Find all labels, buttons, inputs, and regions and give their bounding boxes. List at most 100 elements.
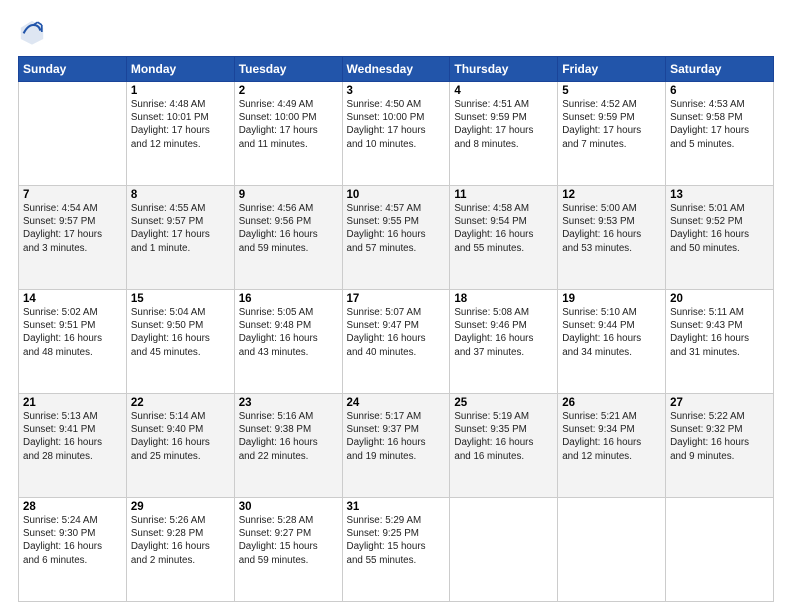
calendar-cell: 26Sunrise: 5:21 AM Sunset: 9:34 PM Dayli… <box>558 394 666 498</box>
day-info: Sunrise: 5:11 AM Sunset: 9:43 PM Dayligh… <box>670 306 769 359</box>
day-info: Sunrise: 4:50 AM Sunset: 10:00 PM Daylig… <box>347 98 446 151</box>
day-number: 5 <box>562 85 661 97</box>
calendar-cell: 12Sunrise: 5:00 AM Sunset: 9:53 PM Dayli… <box>558 186 666 290</box>
day-number: 17 <box>347 293 446 305</box>
day-info: Sunrise: 5:04 AM Sunset: 9:50 PM Dayligh… <box>131 306 230 359</box>
day-info: Sunrise: 4:54 AM Sunset: 9:57 PM Dayligh… <box>23 202 122 255</box>
weekday-header-thursday: Thursday <box>450 57 558 82</box>
day-number: 16 <box>239 293 338 305</box>
day-number: 7 <box>23 189 122 201</box>
day-number: 18 <box>454 293 553 305</box>
day-number: 19 <box>562 293 661 305</box>
day-number: 14 <box>23 293 122 305</box>
calendar-cell: 2Sunrise: 4:49 AM Sunset: 10:00 PM Dayli… <box>234 82 342 186</box>
day-info: Sunrise: 4:51 AM Sunset: 9:59 PM Dayligh… <box>454 98 553 151</box>
day-info: Sunrise: 5:00 AM Sunset: 9:53 PM Dayligh… <box>562 202 661 255</box>
day-info: Sunrise: 5:05 AM Sunset: 9:48 PM Dayligh… <box>239 306 338 359</box>
calendar-week-4: 21Sunrise: 5:13 AM Sunset: 9:41 PM Dayli… <box>19 394 774 498</box>
calendar-table: SundayMondayTuesdayWednesdayThursdayFrid… <box>18 56 774 602</box>
day-number: 26 <box>562 397 661 409</box>
page: SundayMondayTuesdayWednesdayThursdayFrid… <box>0 0 792 612</box>
day-info: Sunrise: 5:14 AM Sunset: 9:40 PM Dayligh… <box>131 410 230 463</box>
day-number: 4 <box>454 85 553 97</box>
day-info: Sunrise: 4:53 AM Sunset: 9:58 PM Dayligh… <box>670 98 769 151</box>
day-info: Sunrise: 5:01 AM Sunset: 9:52 PM Dayligh… <box>670 202 769 255</box>
calendar-cell: 23Sunrise: 5:16 AM Sunset: 9:38 PM Dayli… <box>234 394 342 498</box>
logo <box>18 18 50 46</box>
calendar-cell: 5Sunrise: 4:52 AM Sunset: 9:59 PM Daylig… <box>558 82 666 186</box>
calendar-cell: 18Sunrise: 5:08 AM Sunset: 9:46 PM Dayli… <box>450 290 558 394</box>
calendar-cell <box>558 498 666 602</box>
day-number: 29 <box>131 501 230 513</box>
day-info: Sunrise: 4:48 AM Sunset: 10:01 PM Daylig… <box>131 98 230 151</box>
day-number: 20 <box>670 293 769 305</box>
header <box>18 18 774 46</box>
day-number: 27 <box>670 397 769 409</box>
day-info: Sunrise: 5:02 AM Sunset: 9:51 PM Dayligh… <box>23 306 122 359</box>
day-info: Sunrise: 5:26 AM Sunset: 9:28 PM Dayligh… <box>131 514 230 567</box>
day-info: Sunrise: 5:22 AM Sunset: 9:32 PM Dayligh… <box>670 410 769 463</box>
day-number: 8 <box>131 189 230 201</box>
calendar-cell: 13Sunrise: 5:01 AM Sunset: 9:52 PM Dayli… <box>666 186 774 290</box>
day-number: 1 <box>131 85 230 97</box>
calendar-cell: 17Sunrise: 5:07 AM Sunset: 9:47 PM Dayli… <box>342 290 450 394</box>
calendar-cell: 20Sunrise: 5:11 AM Sunset: 9:43 PM Dayli… <box>666 290 774 394</box>
calendar-cell: 27Sunrise: 5:22 AM Sunset: 9:32 PM Dayli… <box>666 394 774 498</box>
day-info: Sunrise: 5:21 AM Sunset: 9:34 PM Dayligh… <box>562 410 661 463</box>
logo-icon <box>18 18 46 46</box>
calendar-week-1: 1Sunrise: 4:48 AM Sunset: 10:01 PM Dayli… <box>19 82 774 186</box>
calendar-cell: 25Sunrise: 5:19 AM Sunset: 9:35 PM Dayli… <box>450 394 558 498</box>
calendar-cell <box>450 498 558 602</box>
day-number: 6 <box>670 85 769 97</box>
day-number: 10 <box>347 189 446 201</box>
day-number: 30 <box>239 501 338 513</box>
calendar-cell: 11Sunrise: 4:58 AM Sunset: 9:54 PM Dayli… <box>450 186 558 290</box>
weekday-header-tuesday: Tuesday <box>234 57 342 82</box>
day-info: Sunrise: 5:16 AM Sunset: 9:38 PM Dayligh… <box>239 410 338 463</box>
weekday-header-wednesday: Wednesday <box>342 57 450 82</box>
day-info: Sunrise: 4:55 AM Sunset: 9:57 PM Dayligh… <box>131 202 230 255</box>
day-info: Sunrise: 5:13 AM Sunset: 9:41 PM Dayligh… <box>23 410 122 463</box>
calendar-header-row: SundayMondayTuesdayWednesdayThursdayFrid… <box>19 57 774 82</box>
calendar-cell: 4Sunrise: 4:51 AM Sunset: 9:59 PM Daylig… <box>450 82 558 186</box>
calendar-cell: 14Sunrise: 5:02 AM Sunset: 9:51 PM Dayli… <box>19 290 127 394</box>
calendar-week-2: 7Sunrise: 4:54 AM Sunset: 9:57 PM Daylig… <box>19 186 774 290</box>
day-info: Sunrise: 4:58 AM Sunset: 9:54 PM Dayligh… <box>454 202 553 255</box>
weekday-header-saturday: Saturday <box>666 57 774 82</box>
day-info: Sunrise: 5:24 AM Sunset: 9:30 PM Dayligh… <box>23 514 122 567</box>
day-info: Sunrise: 4:49 AM Sunset: 10:00 PM Daylig… <box>239 98 338 151</box>
day-info: Sunrise: 5:28 AM Sunset: 9:27 PM Dayligh… <box>239 514 338 567</box>
calendar-cell: 10Sunrise: 4:57 AM Sunset: 9:55 PM Dayli… <box>342 186 450 290</box>
calendar-cell: 31Sunrise: 5:29 AM Sunset: 9:25 PM Dayli… <box>342 498 450 602</box>
day-number: 3 <box>347 85 446 97</box>
calendar-cell: 3Sunrise: 4:50 AM Sunset: 10:00 PM Dayli… <box>342 82 450 186</box>
day-number: 31 <box>347 501 446 513</box>
calendar-week-3: 14Sunrise: 5:02 AM Sunset: 9:51 PM Dayli… <box>19 290 774 394</box>
day-info: Sunrise: 4:57 AM Sunset: 9:55 PM Dayligh… <box>347 202 446 255</box>
day-info: Sunrise: 5:10 AM Sunset: 9:44 PM Dayligh… <box>562 306 661 359</box>
day-number: 11 <box>454 189 553 201</box>
calendar-week-5: 28Sunrise: 5:24 AM Sunset: 9:30 PM Dayli… <box>19 498 774 602</box>
calendar-cell: 16Sunrise: 5:05 AM Sunset: 9:48 PM Dayli… <box>234 290 342 394</box>
day-info: Sunrise: 4:52 AM Sunset: 9:59 PM Dayligh… <box>562 98 661 151</box>
day-number: 15 <box>131 293 230 305</box>
calendar-cell <box>19 82 127 186</box>
day-number: 21 <box>23 397 122 409</box>
calendar-cell: 21Sunrise: 5:13 AM Sunset: 9:41 PM Dayli… <box>19 394 127 498</box>
calendar-cell <box>666 498 774 602</box>
day-number: 25 <box>454 397 553 409</box>
day-number: 2 <box>239 85 338 97</box>
calendar-cell: 22Sunrise: 5:14 AM Sunset: 9:40 PM Dayli… <box>126 394 234 498</box>
day-info: Sunrise: 5:08 AM Sunset: 9:46 PM Dayligh… <box>454 306 553 359</box>
calendar-cell: 9Sunrise: 4:56 AM Sunset: 9:56 PM Daylig… <box>234 186 342 290</box>
weekday-header-sunday: Sunday <box>19 57 127 82</box>
day-info: Sunrise: 5:17 AM Sunset: 9:37 PM Dayligh… <box>347 410 446 463</box>
day-number: 22 <box>131 397 230 409</box>
day-info: Sunrise: 5:19 AM Sunset: 9:35 PM Dayligh… <box>454 410 553 463</box>
calendar-cell: 28Sunrise: 5:24 AM Sunset: 9:30 PM Dayli… <box>19 498 127 602</box>
day-info: Sunrise: 5:07 AM Sunset: 9:47 PM Dayligh… <box>347 306 446 359</box>
calendar-cell: 8Sunrise: 4:55 AM Sunset: 9:57 PM Daylig… <box>126 186 234 290</box>
day-info: Sunrise: 5:29 AM Sunset: 9:25 PM Dayligh… <box>347 514 446 567</box>
calendar-cell: 30Sunrise: 5:28 AM Sunset: 9:27 PM Dayli… <box>234 498 342 602</box>
day-number: 24 <box>347 397 446 409</box>
